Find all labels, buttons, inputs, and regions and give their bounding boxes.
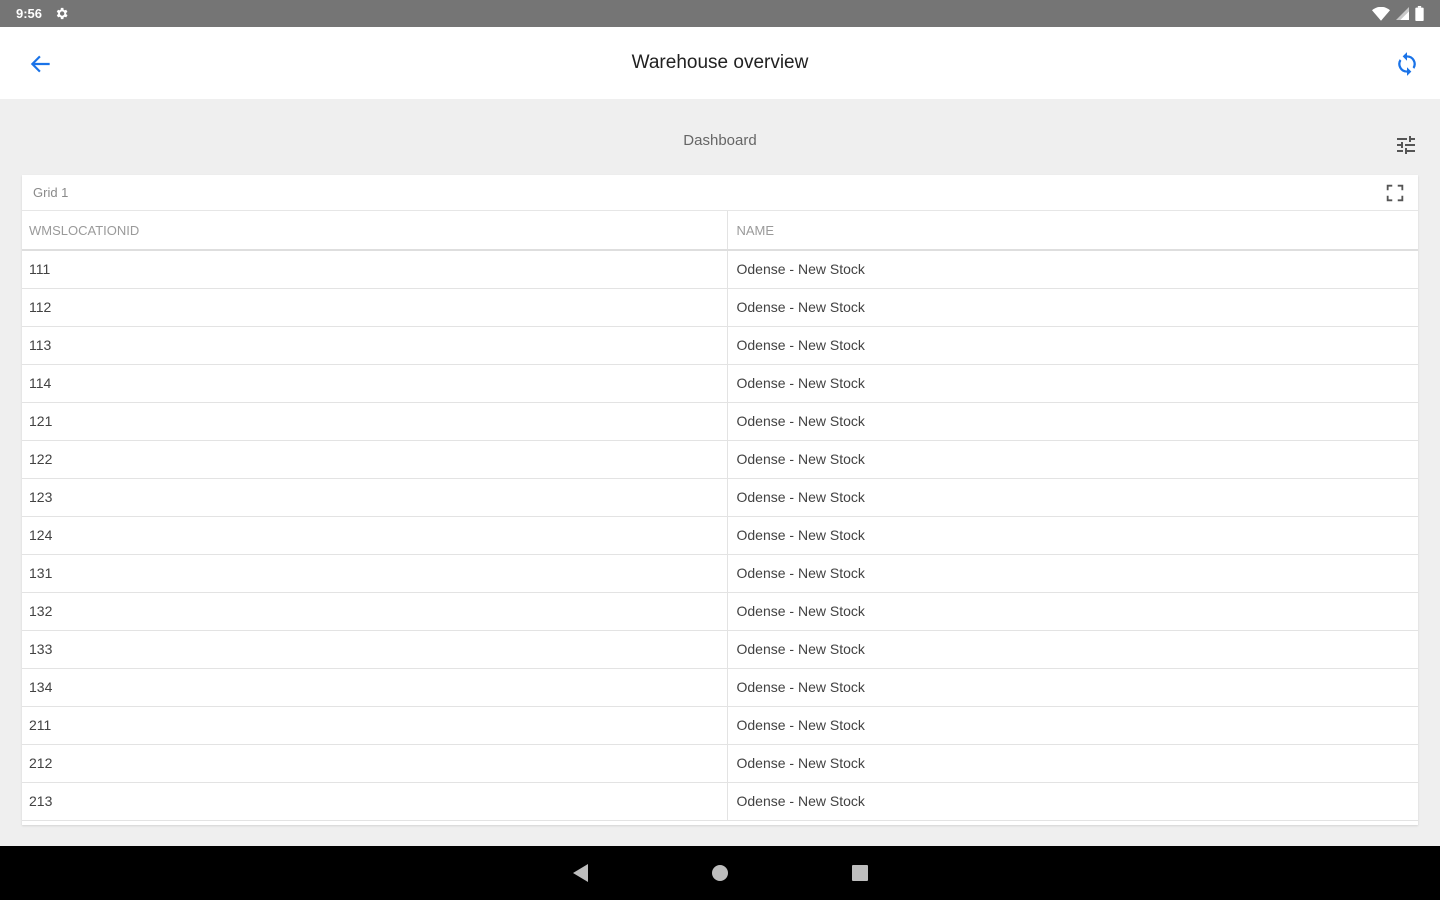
- cell-name: Odense - New Stock: [727, 592, 1418, 631]
- arrow-back-icon: [30, 55, 50, 73]
- grid-table: WMSLOCATIONID NAME 111 Odense - New Stock…: [22, 211, 1418, 821]
- column-header-wmslocationid[interactable]: WMSLOCATIONID: [22, 211, 728, 251]
- sync-icon: [1398, 52, 1416, 76]
- table-row[interactable]: 124 Odense - New Stock: [22, 516, 1418, 555]
- table-header-row: WMSLOCATIONID NAME: [22, 211, 1418, 251]
- cell-wmslocationid: 132: [22, 592, 728, 631]
- table-row[interactable]: 112 Odense - New Stock: [22, 288, 1418, 327]
- dashboard-title: Dashboard: [683, 132, 757, 149]
- cell-wmslocationid: 124: [22, 516, 728, 555]
- signal-icon: [1396, 7, 1409, 20]
- table-row[interactable]: 114 Odense - New Stock: [22, 364, 1418, 403]
- page-title: Warehouse overview: [631, 52, 809, 73]
- cell-wmslocationid: 112: [22, 288, 728, 327]
- table-row[interactable]: 212 Odense - New Stock: [22, 744, 1418, 783]
- cell-wmslocationid: 113: [22, 326, 728, 365]
- status-right: [1372, 6, 1424, 21]
- status-time: 9:56: [16, 6, 43, 21]
- fullscreen-button[interactable]: [1384, 182, 1406, 204]
- back-button[interactable]: [28, 51, 54, 77]
- table-row[interactable]: 213 Odense - New Stock: [22, 782, 1418, 821]
- tune-icon: [1397, 136, 1415, 154]
- cell-name: Odense - New Stock: [727, 668, 1418, 707]
- table-row[interactable]: 121 Odense - New Stock: [22, 402, 1418, 441]
- cell-name: Odense - New Stock: [727, 478, 1418, 517]
- cell-wmslocationid: 212: [22, 744, 728, 783]
- table-row[interactable]: 111 Odense - New Stock: [22, 250, 1418, 289]
- cell-name: Odense - New Stock: [727, 250, 1418, 289]
- table-row[interactable]: 132 Odense - New Stock: [22, 592, 1418, 631]
- cell-wmslocationid: 133: [22, 630, 728, 669]
- table-row[interactable]: 122 Odense - New Stock: [22, 440, 1418, 479]
- cell-wmslocationid: 134: [22, 668, 728, 707]
- cell-wmslocationid: 122: [22, 440, 728, 479]
- cell-wmslocationid: 211: [22, 706, 728, 745]
- table-row[interactable]: 211 Odense - New Stock: [22, 706, 1418, 745]
- status-bar: 9:56: [0, 0, 1440, 27]
- wifi-icon: [1372, 6, 1390, 21]
- dashboard-settings-button[interactable]: [1394, 133, 1418, 157]
- table-row[interactable]: 113 Odense - New Stock: [22, 326, 1418, 365]
- cell-name: Odense - New Stock: [727, 554, 1418, 593]
- column-header-name[interactable]: NAME: [727, 211, 1418, 251]
- cell-wmslocationid: 114: [22, 364, 728, 403]
- cell-wmslocationid: 213: [22, 782, 728, 821]
- battery-icon: [1415, 6, 1424, 21]
- grid-header: Grid 1: [22, 175, 1418, 211]
- grid-card: Grid 1 WMSLOCATIONID NAME 111 Odense - Ne…: [22, 175, 1418, 825]
- cell-name: Odense - New Stock: [727, 744, 1418, 783]
- settings-gear-icon: [54, 6, 69, 21]
- recents-square-icon: [852, 865, 868, 881]
- cell-name: Odense - New Stock: [727, 288, 1418, 327]
- cell-name: Odense - New Stock: [727, 326, 1418, 365]
- grid-title: Grid 1: [33, 185, 69, 200]
- fullscreen-icon: [1386, 184, 1404, 201]
- cell-name: Odense - New Stock: [727, 440, 1418, 479]
- nav-home-button[interactable]: [705, 858, 735, 888]
- table-row[interactable]: 123 Odense - New Stock: [22, 478, 1418, 517]
- cell-name: Odense - New Stock: [727, 706, 1418, 745]
- nav-recents-button[interactable]: [845, 858, 875, 888]
- table-row[interactable]: 134 Odense - New Stock: [22, 668, 1418, 707]
- cell-name: Odense - New Stock: [727, 630, 1418, 669]
- cell-name: Odense - New Stock: [727, 782, 1418, 821]
- cell-name: Odense - New Stock: [727, 516, 1418, 555]
- refresh-button[interactable]: [1394, 51, 1420, 77]
- cell-name: Odense - New Stock: [727, 364, 1418, 403]
- cell-wmslocationid: 111: [22, 250, 728, 289]
- cell-name: Odense - New Stock: [727, 402, 1418, 441]
- status-left: 9:56: [16, 6, 69, 21]
- table-row[interactable]: 133 Odense - New Stock: [22, 630, 1418, 669]
- back-triangle-icon: [573, 864, 588, 882]
- home-circle-icon: [712, 865, 728, 881]
- cell-wmslocationid: 131: [22, 554, 728, 593]
- system-nav-bar: [0, 846, 1440, 900]
- nav-back-button[interactable]: [565, 858, 595, 888]
- app-bar: Warehouse overview: [0, 27, 1440, 99]
- table-row[interactable]: 131 Odense - New Stock: [22, 554, 1418, 593]
- cell-wmslocationid: 123: [22, 478, 728, 517]
- cell-wmslocationid: 121: [22, 402, 728, 441]
